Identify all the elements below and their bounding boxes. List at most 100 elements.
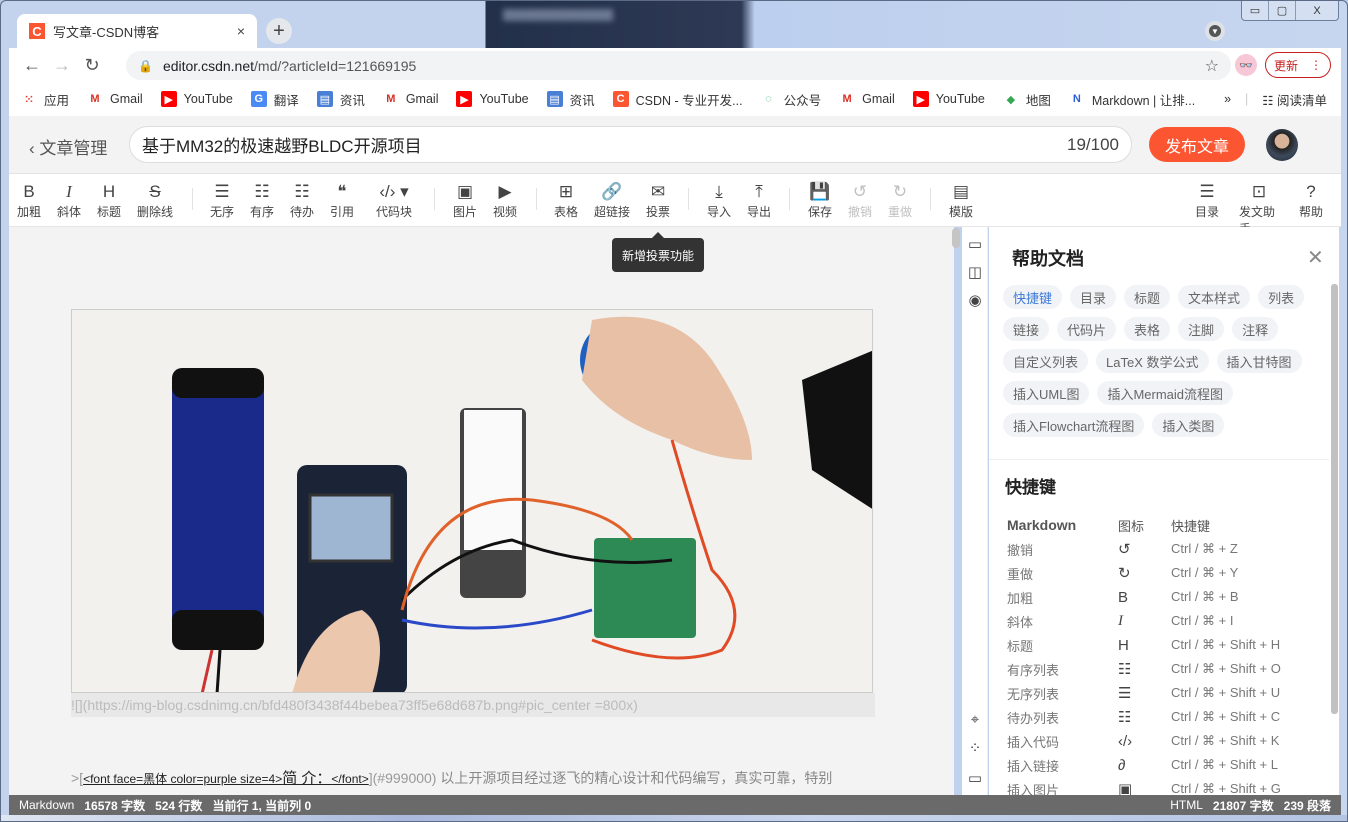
bookmark-item[interactable]: ▤ 资讯 <box>546 90 595 109</box>
bookmark-star-icon[interactable]: ☆ <box>1205 56 1219 76</box>
help-topic-chip[interactable]: 插入Flowchart流程图 <box>1003 413 1145 437</box>
video-button[interactable]: ▶ 视频 <box>485 181 525 220</box>
editor-only-view-icon[interactable]: ▭ <box>966 235 984 253</box>
bookmark-label: 资讯 <box>339 93 365 108</box>
bookmark-item[interactable]: G 翻译 <box>250 90 299 109</box>
help-panel-scrollbar[interactable] <box>1331 284 1338 714</box>
editor-toolbar: B 加粗 I 斜体 H 标题 S 删除线 ☰ 无序 ☷ 有序 ☷ 待办 ❝ 引用 ‹/› ▾ 代码块 ▣ 图片 ▶ 视频 ⊞… <box>9 174 1341 236</box>
toc-button[interactable]: ☰ 目录 <box>1187 181 1227 220</box>
save-button[interactable]: 💾 保存 <box>800 181 840 220</box>
vote-button[interactable]: ✉ 投票 <box>638 181 678 220</box>
help-topic-chip[interactable]: 插入甘特图 <box>1216 349 1302 373</box>
help-topic-chip[interactable]: 插入类图 <box>1152 413 1225 437</box>
bookmark-item[interactable]: M Gmail <box>839 91 895 107</box>
ordered-list-button[interactable]: ☷ 有序 <box>242 181 282 220</box>
help-topic-chip[interactable]: 插入Mermaid流程图 <box>1097 381 1234 405</box>
tab-search-button[interactable]: ▼ <box>1205 21 1225 41</box>
image-markdown-line[interactable]: ![](https://img-blog.csdnimg.cn/bfd480f3… <box>71 693 875 717</box>
bookmark-label: Gmail <box>405 92 439 106</box>
back-arrow-icon[interactable]: ← <box>17 55 47 76</box>
help-button[interactable]: ? 帮助 <box>1291 181 1331 220</box>
redo-button[interactable]: ↻ 重做 <box>880 181 920 220</box>
link-button[interactable]: 🔗 超链接 <box>592 181 632 220</box>
help-topic-chip[interactable]: 目录 <box>1070 285 1117 309</box>
bookmarks-overflow-icon[interactable]: » <box>1224 92 1231 106</box>
shortcut-icon: ☷ <box>1118 709 1132 726</box>
help-topic-chip[interactable]: 列表 <box>1258 285 1305 309</box>
locate-icon[interactable]: ⌖ <box>966 711 984 728</box>
help-topic-chip[interactable]: 文本样式 <box>1178 285 1251 309</box>
bookmark-item[interactable]: M Gmail <box>383 91 439 107</box>
bookmark-item[interactable]: ▶ YouTube <box>160 91 233 107</box>
bookmark-item[interactable]: M Gmail <box>87 91 142 107</box>
code-block-button[interactable]: ‹/› ▾ 代码块 <box>374 181 414 220</box>
browser-tab[interactable]: C 写文章-CSDN博客 × <box>17 14 257 48</box>
help-topic-chip[interactable]: 注脚 <box>1178 317 1225 341</box>
shortcut-row: 斜体 I Ctrl / ⌘ + I <box>1007 609 1307 633</box>
bookmark-item[interactable]: ◌ 公众号 <box>761 90 822 109</box>
bookmark-label: 公众号 <box>783 93 822 108</box>
fullscreen-icon[interactable]: ▭ <box>966 769 984 787</box>
sync-scroll-icon[interactable]: ⁘ <box>966 739 984 757</box>
help-topic-chip[interactable]: 表格 <box>1124 317 1171 341</box>
unordered-list-button[interactable]: ☰ 无序 <box>202 181 242 220</box>
close-window-button[interactable]: X <box>1296 1 1338 20</box>
reload-icon[interactable]: ↻ <box>77 55 107 76</box>
strikethrough-button[interactable]: S 删除线 <box>135 181 175 220</box>
shortcut-icon: ☰ <box>1118 685 1132 702</box>
table-button[interactable]: ⊞ 表格 <box>546 181 586 220</box>
heading-button[interactable]: H 标题 <box>89 181 129 220</box>
address-bar[interactable]: 🔒 editor.csdn.net/md/?articleId=12166919… <box>126 51 1231 80</box>
close-help-icon[interactable]: ✕ <box>1307 245 1324 270</box>
profile-avatar[interactable]: 👓 <box>1235 54 1257 76</box>
help-topic-chip[interactable]: 插入UML图 <box>1003 381 1090 405</box>
article-title-input[interactable]: 基于MM32的极速越野BLDC开源项目 19/100 <box>129 126 1132 163</box>
forward-arrow-icon[interactable]: → <box>47 55 77 76</box>
help-topic-chip[interactable]: 自定义列表 <box>1003 349 1089 373</box>
help-topic-chip[interactable]: 链接 <box>1003 317 1050 341</box>
help-topic-chip[interactable]: 代码片 <box>1057 317 1117 341</box>
bold-button[interactable]: B 加粗 <box>9 181 49 220</box>
split-view-icon[interactable]: ◫ <box>966 263 984 281</box>
image-button[interactable]: ▣ 图片 <box>445 181 485 220</box>
maximize-button[interactable]: ▢ <box>1269 1 1296 20</box>
user-avatar[interactable] <box>1266 129 1298 161</box>
bookmark-item[interactable]: ▶ YouTube <box>912 91 985 107</box>
reading-list-button[interactable]: ☷ 阅读清单 <box>1262 90 1327 109</box>
help-topic-chip[interactable]: 快捷键 <box>1003 285 1063 309</box>
update-button[interactable]: 更新 ⋮ <box>1265 52 1331 78</box>
quote-label: 引用 <box>329 205 354 219</box>
embedded-image-preview <box>71 309 873 693</box>
bookmark-item[interactable]: N Markdown | 让排... <box>1069 90 1195 109</box>
bookmark-item[interactable]: ◆ 地图 <box>1003 90 1051 109</box>
bookmark-item[interactable]: ▤ 资讯 <box>316 90 365 109</box>
back-to-articles-link[interactable]: ‹ 文章管理 <box>29 134 107 159</box>
intro-quote-line[interactable]: >[<font face=黑体 color=purple size=4>简 介：… <box>71 767 832 788</box>
gmail-icon: M <box>842 93 852 105</box>
todo-list-button[interactable]: ☷ 待办 <box>282 181 322 220</box>
export-button[interactable]: ⤒ 导出 <box>739 181 779 220</box>
bookmark-item[interactable]: C CSDN - 专业开发... <box>612 90 743 109</box>
import-button[interactable]: ⤓ 导入 <box>699 181 739 220</box>
close-tab-icon[interactable]: × <box>237 23 245 39</box>
bookmark-item[interactable]: ▶ YouTube <box>456 91 529 107</box>
italic-button[interactable]: I 斜体 <box>49 181 89 220</box>
preview-eye-icon[interactable]: ◉ <box>966 291 984 309</box>
help-topic-chip[interactable]: 标题 <box>1124 285 1171 309</box>
table-label: 表格 <box>553 205 578 219</box>
gmail-icon: M <box>386 93 396 105</box>
undo-button[interactable]: ↺ 撤销 <box>840 181 880 220</box>
template-button[interactable]: ▤ 模版 <box>941 181 981 220</box>
publish-button[interactable]: 发布文章 <box>1149 127 1245 162</box>
help-topic-chip[interactable]: 注释 <box>1232 317 1279 341</box>
minimize-button[interactable]: ▭ <box>1242 1 1269 20</box>
help-topic-chip[interactable]: LaTeX 数学公式 <box>1096 349 1209 373</box>
image-label: 图片 <box>452 205 477 219</box>
quote-button[interactable]: ❝ 引用 <box>322 181 362 220</box>
bookmark-item[interactable]: ⁙ 应用 <box>21 90 69 109</box>
new-tab-button[interactable]: + <box>266 18 292 44</box>
markdown-editor[interactable]: ![](https://img-blog.csdnimg.cn/bfd480f3… <box>9 227 954 795</box>
shortcut-row: 插入图片 ▣ Ctrl / ⌘ + Shift + G <box>1007 777 1307 795</box>
video-icon: ▶ <box>498 182 512 201</box>
editor-scrollbar[interactable] <box>952 228 960 248</box>
